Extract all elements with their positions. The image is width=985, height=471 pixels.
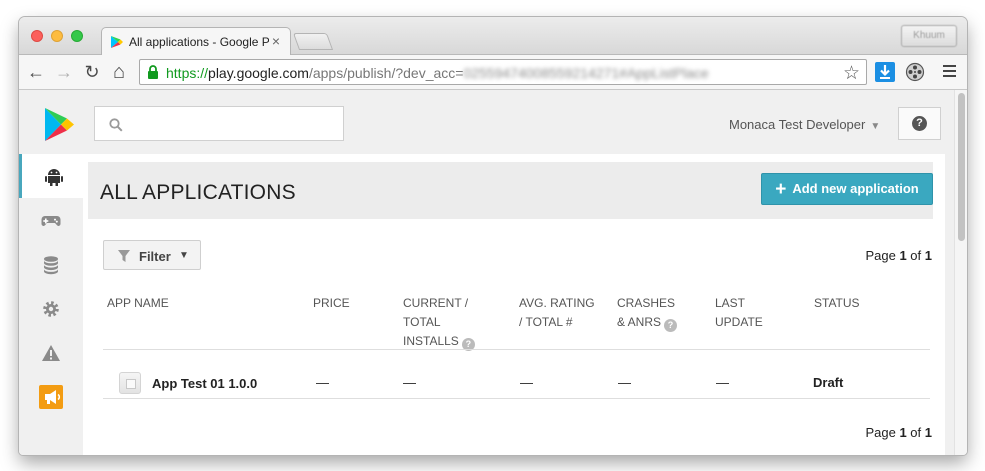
window-close-button[interactable] xyxy=(31,30,43,42)
main-content: ALL APPLICATIONS + Add new application Fi… xyxy=(83,154,945,455)
column-header-crashes[interactable]: CRASHES & ANRS? xyxy=(617,294,678,332)
obscured-url-part: 02559474008559214271#AppListPlace xyxy=(463,65,709,81)
filter-label: Filter xyxy=(139,249,171,264)
window-minimize-button[interactable] xyxy=(51,30,63,42)
app-rating: — xyxy=(520,375,533,390)
profile-button[interactable]: Khuum xyxy=(901,25,957,47)
plus-icon: + xyxy=(775,179,787,200)
column-header-app-name[interactable]: APP NAME xyxy=(107,294,169,313)
page-viewport: Monaca Test Developer ▼ ? ALL APPLICATIO… xyxy=(19,90,954,455)
gamepad-icon xyxy=(41,216,61,226)
back-arrow-icon[interactable]: ← xyxy=(25,61,47,83)
film-reel-extension-icon[interactable] xyxy=(905,62,925,82)
sidebar-item-api-access[interactable] xyxy=(19,242,83,286)
lock-icon xyxy=(148,65,158,79)
filter-button[interactable]: Filter ▼ xyxy=(103,240,201,270)
app-name[interactable]: App Test 01 1.0.0 xyxy=(152,376,257,391)
pagination-bottom: Page 1 of 1 xyxy=(865,425,932,440)
app-price: — xyxy=(316,375,329,390)
scrollbar-thumb[interactable] xyxy=(958,93,965,241)
app-installs: — xyxy=(403,375,416,390)
window-zoom-button[interactable] xyxy=(71,30,83,42)
sidebar-item-alerts[interactable] xyxy=(19,330,83,374)
browser-window: All applications - Google Pl × Khuum ← →… xyxy=(19,17,967,455)
help-button[interactable]: ? xyxy=(898,107,941,140)
reload-icon[interactable]: ↻ xyxy=(81,61,103,83)
app-icon xyxy=(119,372,141,394)
sidebar-item-all-applications[interactable] xyxy=(19,154,83,198)
column-header-status[interactable]: STATUS xyxy=(814,294,860,313)
download-extension-icon[interactable] xyxy=(875,62,895,82)
account-menu[interactable]: Monaca Test Developer ▼ xyxy=(729,117,880,132)
vertical-scrollbar[interactable] xyxy=(954,90,967,455)
column-header-installs[interactable]: CURRENT / TOTAL INSTALLS? xyxy=(403,294,475,351)
warning-icon xyxy=(42,345,60,361)
column-header-rating[interactable]: AVG. RATING / TOTAL # xyxy=(519,294,595,332)
sidebar-item-settings[interactable] xyxy=(19,286,83,330)
status-badge: Draft xyxy=(813,375,844,390)
add-button-label: Add new application xyxy=(792,181,919,196)
forward-arrow-icon[interactable]: → xyxy=(53,61,75,83)
google-play-favicon-icon xyxy=(111,36,123,48)
table-divider xyxy=(103,349,930,350)
announcement-icon xyxy=(39,385,63,409)
address-bar[interactable]: https://play.google.com/apps/publish/?de… xyxy=(139,59,867,85)
chevron-down-icon: ▼ xyxy=(179,250,189,261)
table-divider xyxy=(103,398,930,399)
chevron-down-icon: ▼ xyxy=(870,121,881,132)
help-icon: ? xyxy=(912,116,927,131)
sidebar-item-announcements[interactable] xyxy=(19,374,83,418)
home-icon[interactable]: ⌂ xyxy=(108,61,130,83)
new-tab-button[interactable] xyxy=(292,33,334,50)
google-play-logo-icon[interactable] xyxy=(43,107,75,142)
browser-menu-icon[interactable] xyxy=(943,62,959,82)
account-name: Monaca Test Developer xyxy=(729,117,866,132)
bookmark-star-icon[interactable]: ☆ xyxy=(843,62,860,85)
sidebar xyxy=(19,154,83,455)
column-header-price[interactable]: PRICE xyxy=(313,294,350,313)
gear-icon xyxy=(43,301,59,317)
search-icon xyxy=(109,118,123,132)
add-new-application-button[interactable]: + Add new application xyxy=(761,173,933,205)
browser-toolbar: ← → ↻ ⌂ https://play.google.com/apps/pub… xyxy=(19,55,967,90)
title-bar: All applications - Google Pl × Khuum xyxy=(19,17,967,56)
database-icon xyxy=(44,256,58,275)
funnel-icon xyxy=(118,250,130,262)
page-title: ALL APPLICATIONS xyxy=(100,181,296,204)
sidebar-item-game-services[interactable] xyxy=(19,198,83,242)
url-text: https://play.google.com/apps/publish/?de… xyxy=(166,65,709,81)
tab-title: All applications - Google Pl xyxy=(129,35,269,49)
android-icon xyxy=(45,169,63,186)
app-last-update: — xyxy=(716,375,729,390)
page-header: ALL APPLICATIONS + Add new application xyxy=(88,162,933,219)
pagination-top: Page 1 of 1 xyxy=(865,248,932,263)
search-input[interactable] xyxy=(94,106,344,141)
app-crashes: — xyxy=(618,375,631,390)
browser-tab-active[interactable]: All applications - Google Pl × xyxy=(101,27,291,56)
tab-close-icon[interactable]: × xyxy=(272,33,280,49)
column-header-last-update[interactable]: LAST UPDATE xyxy=(715,294,763,332)
help-hint-icon[interactable]: ? xyxy=(664,319,678,332)
